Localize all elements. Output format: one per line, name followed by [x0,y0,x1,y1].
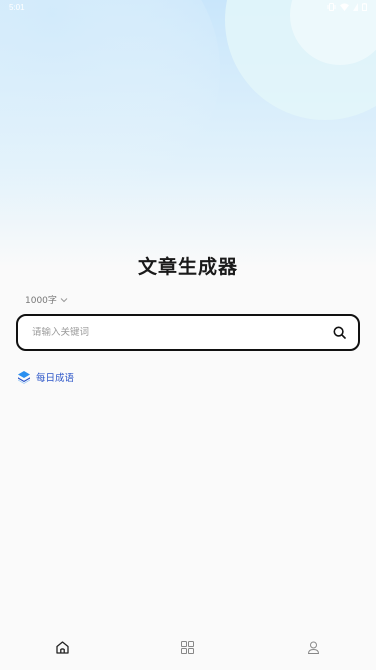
vibrate-icon [327,3,336,11]
user-icon [307,641,319,654]
search-box [16,314,360,351]
grid-icon [181,640,195,654]
status-icons [327,3,367,11]
chevron-down-icon [60,297,68,302]
app-screen: 5:01 文章生成器 1000字 请输入关键词 每日成语 [0,0,376,670]
daily-idiom-link[interactable]: 每日成语 [17,370,74,384]
word-count-selector[interactable]: 1000字 [25,293,68,306]
search-icon [332,326,346,339]
status-bar: 5:01 [0,0,376,14]
home-icon [56,640,69,654]
word-count-value: 1000字 [25,296,57,306]
bottom-nav [0,624,376,670]
nav-item-grid[interactable] [158,624,218,670]
nav-item-home[interactable] [33,624,93,670]
search-button[interactable] [330,324,348,342]
status-time: 5:01 [9,2,25,12]
search-input[interactable] [32,327,330,338]
nav-item-profile[interactable] [283,624,343,670]
battery-icon [362,3,367,11]
page-title: 文章生成器 [137,256,238,278]
daily-idiom-label: 每日成语 [36,373,75,384]
wifi-icon [340,3,349,11]
layers-icon [18,371,30,384]
signal-icon [353,3,358,11]
